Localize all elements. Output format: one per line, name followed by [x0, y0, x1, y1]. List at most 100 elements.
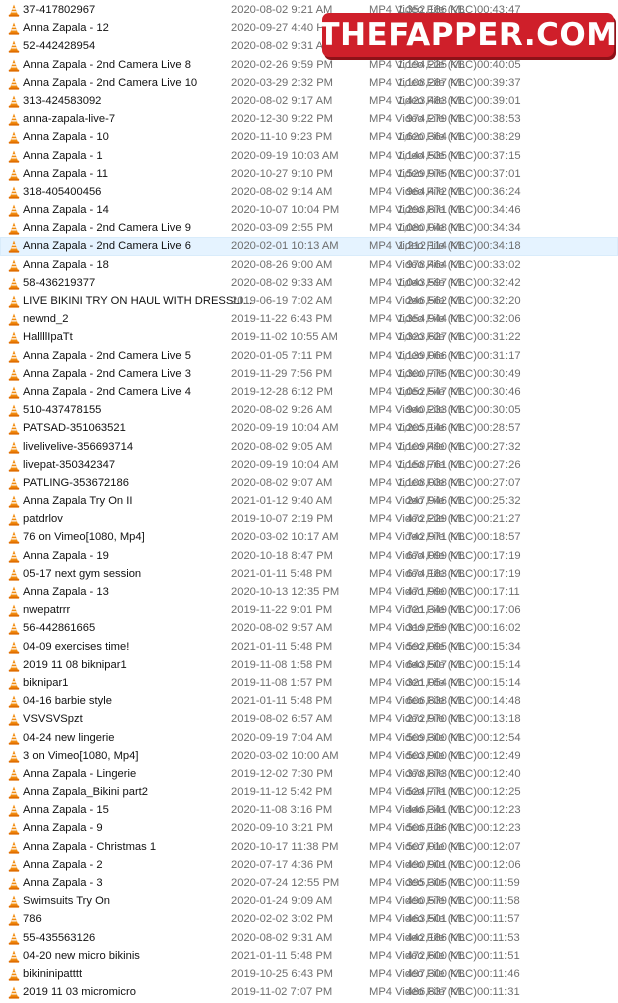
- file-row[interactable]: newnd_2 2019-11-22 6:43 PM MP4 Video File …: [0, 310, 618, 328]
- vlc-file-icon: [8, 950, 20, 963]
- vlc-file-icon: [8, 368, 20, 381]
- file-row[interactable]: 2019 11 08 biknipar1 2019-11-08 1:58 PM MP…: [0, 656, 618, 674]
- file-row[interactable]: 55-435563126 2020-08-02 9:31 AM MP4 Video …: [0, 929, 618, 947]
- file-size: 472,229 KB: [406, 513, 465, 526]
- file-date-modified: 2019-06-19 7:02 AM: [231, 295, 333, 307]
- file-date-modified: 2019-10-25 6:43 PM: [231, 967, 333, 980]
- file-date-modified: 2020-10-27 9:10 PM: [231, 167, 333, 180]
- file-row[interactable]: Anna Zapala - 13 2020-10-13 12:35 PM MP4 V…: [0, 583, 618, 601]
- file-row[interactable]: biknipar1 2019-11-08 1:57 PM MP4 Video Fil…: [0, 674, 618, 692]
- file-row[interactable]: livelivelive-356693714 2020-08-02 9:05 AM…: [0, 438, 618, 456]
- file-row[interactable]: bikininipatttt 2019-10-25 6:43 PM MP4 Vide…: [0, 965, 618, 983]
- file-row[interactable]: 786 2020-02-02 3:02 PM MP4 Video File (VLC…: [0, 910, 618, 928]
- vlc-file-icon: [8, 568, 20, 581]
- file-row[interactable]: Anna Zapala - 2nd Camera Live 6 2020-02-0…: [0, 237, 618, 256]
- file-row[interactable]: Anna Zapala - 10 2020-11-10 9:23 PM MP4 Vi…: [0, 128, 618, 146]
- file-name: patdrlov: [23, 513, 63, 526]
- file-row[interactable]: 56-442861665 2020-08-02 9:57 AM MP4 Video …: [0, 619, 618, 637]
- file-row[interactable]: Anna Zapala_Bikini part2 2019-11-12 5:42 …: [0, 783, 618, 801]
- file-length: 00:17:19: [477, 567, 521, 580]
- file-row[interactable]: Anna Zapala - 2 2020-07-17 4:36 PM MP4 Vid…: [0, 856, 618, 874]
- file-name: Anna Zapala - 2nd Camera Live 6: [23, 240, 191, 253]
- file-row[interactable]: 04-24 new lingerie 2020-09-19 7:04 AM MP4 …: [0, 729, 618, 747]
- vlc-file-icon: [8, 259, 20, 272]
- vlc-file-icon: [8, 422, 20, 435]
- file-row[interactable]: Anna Zapala - 1 2020-09-19 10:03 AM MP4 Vi…: [0, 147, 618, 165]
- file-length: 00:38:29: [477, 131, 521, 144]
- file-length: 00:11:31: [477, 986, 520, 999]
- file-length: 00:39:01: [477, 94, 521, 107]
- file-row[interactable]: LIVE BIKINI TRY ON HAUL WITH DRESSLI... 2…: [0, 292, 618, 310]
- file-row[interactable]: 04-20 new micro bikinis 2021-01-11 5:48 P…: [0, 947, 618, 965]
- file-row[interactable]: Anna Zapala - 11 2020-10-27 9:10 PM MP4 Vi…: [0, 165, 618, 183]
- file-date-modified: 2019-10-07 2:19 PM: [231, 513, 333, 526]
- vlc-file-icon: [8, 386, 20, 399]
- file-row[interactable]: HallllIpaTt 2019-11-02 10:55 AM MP4 Video …: [0, 328, 618, 346]
- file-size: 524,771 KB: [406, 786, 465, 799]
- file-name: Anna Zapala - 1: [23, 149, 103, 162]
- file-row[interactable]: anna-zapala-live-7 2020-12-30 9:22 PM MP4 …: [0, 110, 618, 128]
- file-row[interactable]: PATLING-353672186 2020-08-02 9:07 AM MP4 V…: [0, 474, 618, 492]
- file-row[interactable]: 510-437478155 2020-08-02 9:26 AM MP4 Video…: [0, 401, 618, 419]
- file-row[interactable]: 313-424583092 2020-08-02 9:17 AM MP4 Video…: [0, 92, 618, 110]
- file-row[interactable]: Anna Zapala - 18 2020-08-26 9:00 AM MP4 Vi…: [0, 256, 618, 274]
- file-size: 1,205,146 KB: [397, 422, 465, 435]
- file-date-modified: 2020-08-02 9:33 AM: [231, 276, 333, 289]
- file-row[interactable]: Anna Zapala - 19 2020-10-18 8:47 PM MP4 Vi…: [0, 547, 618, 565]
- file-row[interactable]: patdrlov 2019-10-07 2:19 PM MP4 Video File…: [0, 510, 618, 528]
- file-row[interactable]: 318-405400456 2020-08-02 9:14 AM MP4 Video…: [0, 183, 618, 201]
- file-length: 00:12:07: [477, 840, 521, 853]
- file-row[interactable]: Anna Zapala - 9 2020-09-10 3:21 PM MP4 Vid…: [0, 819, 618, 837]
- file-row[interactable]: 04-16 barbie style 2021-01-11 5:48 PM MP4 …: [0, 692, 618, 710]
- file-name: 2019 11 08 biknipar1: [23, 658, 127, 671]
- file-row[interactable]: Anna Zapala Try On II 2021-01-12 9:40 AM M…: [0, 492, 618, 510]
- file-date-modified: 2020-09-19 7:04 AM: [231, 731, 333, 744]
- file-row[interactable]: 2019 11 03 micromicro 2019-11-02 7:07 PM M…: [0, 983, 618, 1001]
- file-date-modified: 2019-11-29 7:56 PM: [231, 367, 333, 380]
- vlc-file-icon: [8, 59, 20, 72]
- vlc-file-icon: [8, 841, 20, 854]
- file-row[interactable]: 05-17 next gym session 2021-01-11 5:48 PM…: [0, 565, 618, 583]
- file-date-modified: 2019-08-02 6:57 AM: [231, 713, 333, 726]
- file-row[interactable]: Anna Zapala - 2nd Camera Live 4 2019-12-2…: [0, 383, 618, 401]
- file-row[interactable]: Anna Zapala - 2nd Camera Live 10 2020-03-…: [0, 74, 618, 92]
- file-size: 471,990 KB: [406, 586, 465, 598]
- file-row[interactable]: Swimsuits Try On 2020-01-24 9:09 AM MP4 Vi…: [0, 892, 618, 910]
- file-date-modified: 2020-09-10 3:21 PM: [231, 822, 333, 835]
- file-name: 510-437478155: [23, 404, 102, 417]
- file-row[interactable]: Anna Zapala - Christmas 1 2020-10-17 11:3…: [0, 838, 618, 856]
- file-row[interactable]: Anna Zapala - 15 2020-11-08 3:16 PM MP4 Vi…: [0, 801, 618, 819]
- file-row[interactable]: PATSAD-351063521 2020-09-19 10:04 AM MP4 V…: [0, 419, 618, 437]
- vlc-file-icon: [8, 550, 20, 563]
- file-name: 318-405400456: [23, 185, 102, 198]
- file-row[interactable]: Anna Zapala - 2nd Camera Live 8 2020-02-2…: [0, 56, 618, 74]
- file-row[interactable]: 76 on Vimeo[1080, Mp4] 2020-03-02 10:17 A…: [0, 528, 618, 546]
- file-name: Anna Zapala - 2nd Camera Live 10: [23, 76, 198, 89]
- vlc-file-icon: [8, 131, 20, 144]
- file-size: 1,108,038 KB: [397, 476, 465, 489]
- file-row[interactable]: Anna Zapala - 2nd Camera Live 9 2020-03-0…: [0, 219, 618, 237]
- file-row[interactable]: nwepatrrr 2019-11-22 9:01 PM MP4 Video Fil…: [0, 601, 618, 619]
- file-length: 00:32:20: [477, 295, 521, 307]
- vlc-file-icon: [8, 531, 20, 545]
- file-size: 1,194,225 KB: [397, 58, 465, 71]
- file-row[interactable]: Anna Zapala - 14 2020-10-07 10:04 PM MP4 V…: [0, 201, 618, 219]
- file-row[interactable]: 58-436219377 2020-08-02 9:33 AM MP4 Video …: [0, 274, 618, 292]
- file-row[interactable]: Anna Zapala - 2nd Camera Live 5 2020-01-0…: [0, 347, 618, 365]
- file-length: 00:37:01: [477, 167, 521, 180]
- file-row[interactable]: Anna Zapala - 2nd Camera Live 3 2019-11-2…: [0, 365, 618, 383]
- file-name: Anna Zapala - 2: [23, 858, 103, 871]
- file-length: 00:11:57: [477, 913, 520, 926]
- file-size: 1,158,761 KB: [397, 458, 465, 471]
- file-row[interactable]: Anna Zapala - Lingerie 2019-12-02 7:30 PM…: [0, 765, 618, 783]
- file-name: Anna Zapala - 10: [23, 131, 109, 144]
- file-size: 272,970 KB: [406, 713, 465, 726]
- vlc-file-icon: [8, 168, 20, 181]
- file-row[interactable]: livepat-350342347 2020-09-19 10:04 AM MP4 …: [0, 456, 618, 474]
- file-row[interactable]: 3 on Vimeo[1080, Mp4] 2020-03-02 10:00 AM…: [0, 747, 618, 765]
- file-length: 00:32:42: [477, 276, 521, 289]
- file-name: 04-09 exercises time!: [23, 640, 130, 653]
- file-row[interactable]: 04-09 exercises time! 2021-01-11 5:48 PM M…: [0, 638, 618, 656]
- file-row[interactable]: Anna Zapala - 3 2020-07-24 12:55 PM MP4 Vi…: [0, 874, 618, 892]
- file-row[interactable]: VSVSVSpzt 2019-08-02 6:57 AM MP4 Video Fil…: [0, 710, 618, 728]
